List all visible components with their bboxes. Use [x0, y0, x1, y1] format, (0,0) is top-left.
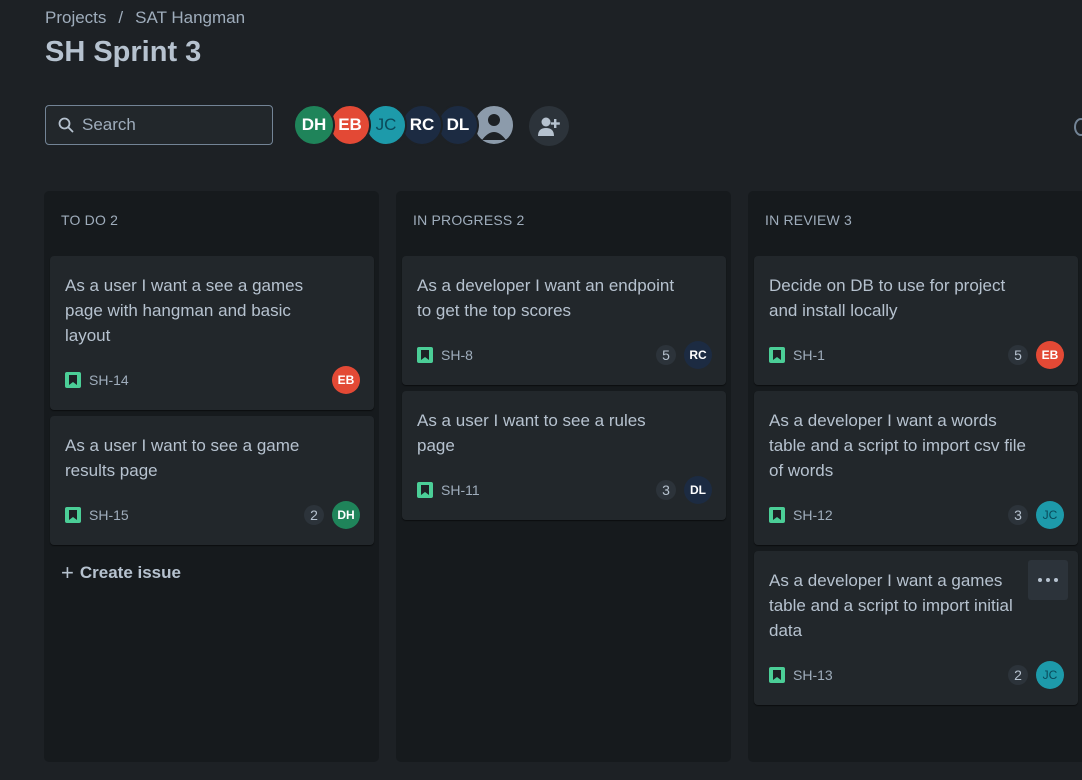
issue-key: SH-1 — [793, 347, 825, 363]
avatar-dh[interactable]: DH — [293, 104, 335, 146]
assignee-avatar[interactable]: DH — [332, 501, 360, 529]
issue-key: SH-12 — [793, 507, 833, 523]
column-todo: TO DO 2 As a user I want a see a games p… — [44, 191, 379, 762]
people-avatar-group: DH EB JC RC DL — [293, 104, 515, 146]
story-icon — [769, 347, 785, 363]
story-points-badge: 2 — [1008, 665, 1028, 685]
issue-card-sh-15[interactable]: As a user I want to see a game results p… — [50, 416, 374, 545]
card-title: As a developer I want an endpoint to get… — [417, 276, 675, 320]
create-issue-button[interactable]: + Create issue — [61, 562, 181, 584]
create-issue-label: Create issue — [79, 563, 181, 582]
story-points-badge: 5 — [656, 345, 676, 365]
card-title: As a user I want to see a rules page — [417, 411, 646, 455]
issue-key: SH-14 — [89, 372, 129, 388]
assignee-avatar[interactable]: EB — [332, 366, 360, 394]
avatar-rc[interactable]: RC — [401, 104, 443, 146]
page-title: SH Sprint 3 — [45, 36, 202, 68]
avatar-eb[interactable]: EB — [329, 104, 371, 146]
breadcrumb-projects-link[interactable]: Projects — [45, 8, 106, 28]
issue-key: SH-13 — [793, 667, 833, 683]
assignee-avatar[interactable]: EB — [1036, 341, 1064, 369]
assignee-avatar[interactable]: RC — [684, 341, 712, 369]
search-icon — [58, 117, 74, 133]
story-icon — [65, 372, 81, 388]
breadcrumb: Projects / SAT Hangman — [45, 8, 245, 28]
issue-card-sh-14[interactable]: As a user I want a see a games page with… — [50, 256, 374, 410]
user-icon — [482, 114, 506, 140]
issue-card-sh-11[interactable]: As a user I want to see a rules page SH-… — [402, 391, 726, 520]
column-in-review: IN REVIEW 3 Decide on DB to use for proj… — [748, 191, 1082, 762]
card-title: As a user I want to see a game results p… — [65, 436, 300, 480]
story-icon — [769, 507, 785, 523]
search-box[interactable] — [45, 105, 273, 145]
column-header: IN REVIEW 3 — [765, 212, 852, 228]
issue-card-sh-1[interactable]: Decide on DB to use for project and inst… — [754, 256, 1078, 385]
add-person-icon — [538, 117, 560, 136]
story-icon — [417, 347, 433, 363]
card-title: As a developer I want a games table and … — [769, 571, 1013, 640]
more-actions-button[interactable] — [1028, 560, 1068, 600]
column-header: TO DO 2 — [61, 212, 119, 228]
assignee-avatar[interactable]: JC — [1036, 501, 1064, 529]
story-icon — [769, 667, 785, 683]
avatar-jc[interactable]: JC — [365, 104, 407, 146]
plus-icon: + — [61, 560, 74, 585]
story-icon — [417, 482, 433, 498]
column-header: IN PROGRESS 2 — [413, 212, 525, 228]
story-points-badge: 3 — [656, 480, 676, 500]
settings-icon[interactable] — [1074, 118, 1082, 136]
issue-card-sh-12[interactable]: As a developer I want a words table and … — [754, 391, 1078, 545]
issue-key: SH-11 — [441, 482, 480, 498]
assignee-avatar[interactable]: DL — [684, 476, 712, 504]
search-input[interactable] — [80, 114, 254, 136]
breadcrumb-project-link[interactable]: SAT Hangman — [135, 8, 245, 28]
card-title: As a user I want a see a games page with… — [65, 276, 304, 345]
column-in-progress: IN PROGRESS 2 As a developer I want an e… — [396, 191, 731, 762]
issue-card-sh-13[interactable]: As a developer I want a games table and … — [754, 551, 1078, 705]
breadcrumb-separator: / — [118, 8, 124, 27]
avatar-dl[interactable]: DL — [437, 104, 479, 146]
story-points-badge: 5 — [1008, 345, 1028, 365]
issue-key: SH-15 — [89, 507, 129, 523]
assignee-avatar[interactable]: JC — [1036, 661, 1064, 689]
issue-card-sh-8[interactable]: As a developer I want an endpoint to get… — [402, 256, 726, 385]
add-people-button[interactable] — [529, 106, 569, 146]
story-points-badge: 2 — [304, 505, 324, 525]
story-points-badge: 3 — [1008, 505, 1028, 525]
story-icon — [65, 507, 81, 523]
avatar-unassigned[interactable] — [473, 104, 515, 146]
card-title: Decide on DB to use for project and inst… — [769, 276, 1006, 320]
card-title: As a developer I want a words table and … — [769, 411, 1027, 480]
issue-key: SH-8 — [441, 347, 473, 363]
